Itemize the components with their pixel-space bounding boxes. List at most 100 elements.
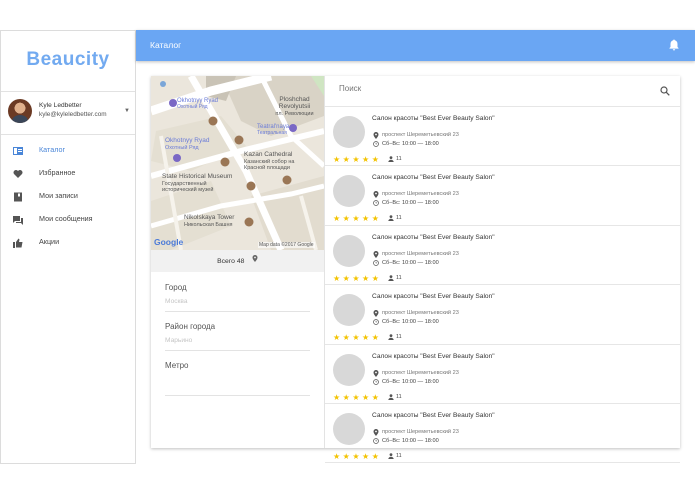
- sidebar-item-my-messages[interactable]: Мои сообщения: [1, 210, 135, 233]
- sidebar-item-my-bookings[interactable]: Мои записи: [1, 187, 135, 210]
- salon-title: Салон красоты "Best Ever Beauty Salon": [372, 174, 495, 182]
- messages-icon: [13, 216, 23, 225]
- review-count: 11: [396, 334, 402, 341]
- list-item[interactable]: Салон красоты "Best Ever Beauty Salon" п…: [325, 226, 680, 286]
- district-filter[interactable]: Район города Марьино: [165, 322, 310, 351]
- map-label: Kazan Cathedral Казанский собор на Красной…: [244, 151, 294, 172]
- review-count: 11: [396, 156, 402, 162]
- salon-thumbnail: [333, 234, 365, 267]
- salon-title: Салон красоты "Best Ever Beauty Salon": [372, 411, 495, 419]
- app-root: Beaucity Kyle Ledbetter kyle@kyleledbett…: [0, 30, 695, 464]
- map-view[interactable]: Okhotnyy Ryad Охотный Ряд Ploshchad Revol…: [151, 76, 324, 250]
- sidebar-item-label: Мои сообщения: [39, 214, 93, 223]
- map-label-text: пл. Революции: [275, 111, 314, 117]
- salon-address: проспект Шереметьевский 23: [382, 369, 459, 376]
- map-label-text: Никольская Башня: [184, 221, 233, 228]
- salon-thumbnail: [333, 353, 365, 386]
- salon-hours: Сб–Вс: 10:00 — 18:00: [382, 141, 439, 147]
- review-count: 11: [396, 274, 402, 281]
- salon-hours: Сб–Вс: 10:00 — 18:00: [382, 378, 439, 385]
- clock-icon: [373, 378, 379, 385]
- city-filter-value[interactable]: Москва: [165, 298, 310, 308]
- clock-icon: [373, 438, 379, 444]
- search-icon[interactable]: [660, 86, 670, 96]
- map-label-text: Okhotnyy Ryad: [165, 137, 210, 144]
- metro-filter-value[interactable]: [165, 376, 310, 386]
- sidebar-item-catalog[interactable]: Каталог: [1, 141, 135, 164]
- salon-address: проспект Шереметьевский 23: [382, 191, 459, 198]
- salon-title: Салон красоты "Best Ever Beauty Salon": [372, 293, 495, 301]
- salon-hours: Сб–Вс: 10:00 — 18:00: [382, 200, 439, 207]
- metro-filter-label: Метро: [165, 361, 189, 370]
- bell-icon[interactable]: [669, 39, 679, 51]
- person-icon: [388, 453, 394, 459]
- sidebar-item-label: Мои записи: [39, 191, 78, 200]
- sidebar-divider: [1, 91, 135, 92]
- list-item[interactable]: Салон красоты "Best Ever Beauty Salon" п…: [325, 285, 680, 345]
- map-label-text: Nikolskaya Tower: [184, 214, 235, 221]
- salon-address: проспект Шереметьевский 23: [382, 428, 459, 435]
- review-count: 11: [396, 393, 402, 400]
- district-filter-value[interactable]: Марьино: [165, 337, 310, 347]
- sidebar-nav: Каталог Избранное Мои записи Мои сообщен…: [1, 141, 135, 256]
- sidebar-item-favorites[interactable]: Избранное: [1, 164, 135, 187]
- map-label: Ploshchad Revolyutsii пл. Революции: [265, 96, 324, 118]
- list-item[interactable]: Салон красоты "Best Ever Beauty Salon" п…: [325, 345, 680, 404]
- person-icon: [388, 334, 394, 341]
- field-underline: [165, 311, 310, 312]
- location-pin-icon: [373, 310, 379, 318]
- page-title: Каталог: [150, 40, 182, 50]
- metro-filter[interactable]: Метро: [165, 361, 310, 396]
- sidebar-divider: [1, 134, 135, 135]
- map-label: Teatral'naya Театральная: [257, 124, 289, 136]
- salon-title: Салон красоты "Best Ever Beauty Salon": [372, 233, 495, 241]
- user-name: Kyle Ledbetter: [39, 102, 82, 109]
- results-total-label: Всего 48: [217, 258, 245, 265]
- person-icon: [388, 215, 394, 222]
- top-app-bar: Каталог: [136, 30, 695, 61]
- map-credit: Map data ©2017 Google: [258, 242, 315, 248]
- map-label-text: State Historical Museum: [162, 173, 233, 180]
- app-logo[interactable]: Beaucity: [1, 49, 135, 71]
- map-label: Okhotnyy Ryad Охотный Ряд: [177, 98, 218, 110]
- map-label-text: Kazan Cathedral: [244, 151, 293, 158]
- sidebar-item-label: Избранное: [39, 168, 76, 177]
- list-item[interactable]: Салон красоты "Best Ever Beauty Salon" п…: [325, 166, 680, 226]
- user-profile[interactable]: Kyle Ledbetter kyle@kyleledbetter.com ▼: [8, 99, 132, 125]
- search-input[interactable]: [339, 84, 639, 93]
- user-email: kyle@kyleledbetter.com: [39, 111, 107, 118]
- filters-panel: Okhotnyy Ryad Охотный Ряд Ploshchad Revol…: [151, 76, 325, 448]
- sidebar: Beaucity Kyle Ledbetter kyle@kyleledbett…: [0, 30, 136, 464]
- location-pin-icon: [373, 132, 379, 139]
- clock-icon: [373, 200, 379, 207]
- rating-stars: ★★★★★: [333, 155, 382, 164]
- chevron-down-icon[interactable]: ▼: [124, 108, 130, 114]
- map-label-text: Государственный: [162, 180, 207, 187]
- map-label-text: Ploshchad Revolyutsii: [278, 96, 311, 110]
- map-label-text: исторический музей: [162, 187, 214, 193]
- list-item[interactable]: Салон красоты "Best Ever Beauty Salon" п…: [325, 404, 680, 464]
- location-pin-icon: [373, 428, 379, 436]
- map-label-text: Театральная: [257, 130, 287, 136]
- search-bar: [325, 76, 680, 107]
- map-label: Nikolskaya Tower Никольская Башня: [184, 214, 235, 228]
- clock-icon: [373, 319, 379, 326]
- district-filter-label: Район города: [165, 322, 216, 331]
- salon-address: проспект Шереметьевский 23: [382, 250, 459, 257]
- map-label: Okhotnyy Ryad Охотный Ряд: [165, 137, 210, 151]
- sidebar-item-label: Каталог: [39, 145, 66, 154]
- sidebar-item-promotions[interactable]: Акции: [1, 233, 135, 256]
- location-pin-icon: [373, 250, 379, 258]
- city-filter[interactable]: Город Москва: [165, 283, 310, 312]
- rating-stars: ★★★★★: [333, 214, 382, 224]
- location-pin-icon: [252, 255, 258, 263]
- list-item[interactable]: Салон красоты "Best Ever Beauty Salon" п…: [325, 107, 680, 167]
- thumb-up-icon: [13, 238, 23, 248]
- person-icon: [388, 156, 394, 162]
- catalog-card: Okhotnyy Ryad Охотный Ряд Ploshchad Revol…: [151, 76, 680, 464]
- salon-thumbnail: [333, 175, 365, 208]
- city-filter-label: Город: [165, 283, 187, 292]
- clock-icon: [373, 259, 379, 266]
- map-label-text: Охотный Ряд: [177, 104, 208, 110]
- salon-title: Салон красоты "Best Ever Beauty Salon": [372, 352, 495, 360]
